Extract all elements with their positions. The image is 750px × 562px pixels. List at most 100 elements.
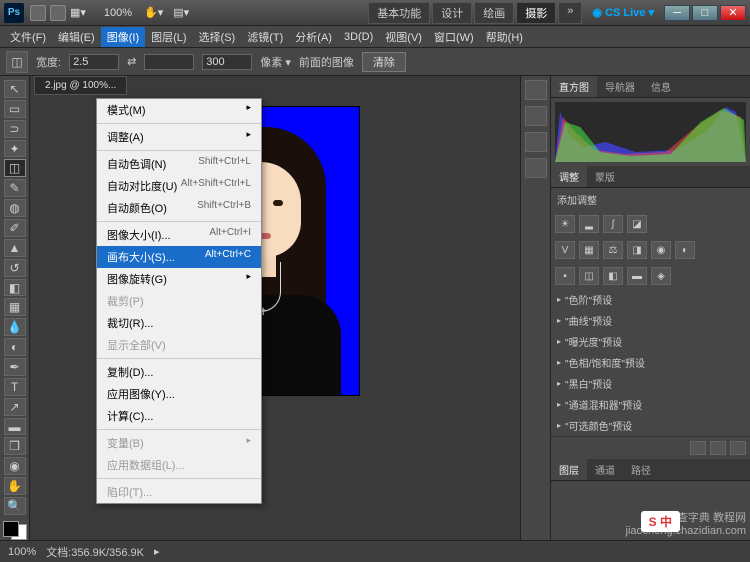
unit-select[interactable]: 像素 ▾ (260, 54, 291, 70)
tab-paint[interactable]: 绘画 (474, 2, 514, 24)
panel-icon-4[interactable] (525, 158, 547, 178)
hand-icon[interactable]: ✋▾ (144, 6, 163, 19)
expand-icon[interactable] (690, 441, 706, 455)
lasso-tool[interactable]: ⊃ (4, 120, 26, 138)
menu-window[interactable]: 窗口(W) (428, 27, 480, 47)
tab-basic[interactable]: 基本功能 (368, 2, 430, 24)
menu-analysis[interactable]: 分析(A) (289, 27, 338, 47)
threshold-icon[interactable]: ◧ (603, 267, 623, 285)
balance-icon[interactable]: ⚖ (603, 241, 623, 259)
menu-item-R[interactable]: 裁切(R)... (97, 312, 261, 334)
tab-histogram[interactable]: 直方图 (551, 76, 597, 97)
menu-item-G[interactable]: 图像旋转(G) (97, 268, 261, 290)
crop-tool-indicator[interactable]: ◫ (6, 51, 28, 73)
menu-3d[interactable]: 3D(D) (338, 29, 379, 45)
hue-icon[interactable]: ▦ (579, 241, 599, 259)
bridge-icon[interactable] (30, 5, 46, 21)
levels-icon[interactable]: ▂ (579, 215, 599, 233)
brush-tool[interactable]: ✐ (4, 219, 26, 237)
gradient-tool[interactable]: ▦ (4, 298, 26, 316)
menu-item-O[interactable]: 自动颜色(O)Shift+Ctrl+B (97, 197, 261, 219)
crop-tool[interactable]: ◫ (4, 159, 26, 177)
front-image-button[interactable]: 前面的图像 (299, 54, 354, 70)
menu-image[interactable]: 图像(I) (101, 27, 145, 47)
screen-mode-icon[interactable]: ▦▾ (70, 6, 86, 19)
eraser-tool[interactable]: ◧ (4, 279, 26, 297)
wand-tool[interactable]: ✦ (4, 140, 26, 158)
type-tool[interactable]: T (4, 378, 26, 396)
stamp-tool[interactable]: ▲ (4, 239, 26, 257)
swap-icon[interactable]: ⇄ (127, 55, 136, 68)
menu-select[interactable]: 选择(S) (193, 27, 242, 47)
panel-icon-3[interactable] (525, 132, 547, 152)
tab-paths[interactable]: 路径 (623, 459, 659, 480)
menu-item-C[interactable]: 计算(C)... (97, 405, 261, 427)
invert-icon[interactable]: ▪ (555, 267, 575, 285)
brightness-icon[interactable]: ☀ (555, 215, 575, 233)
tab-channels[interactable]: 通道 (587, 459, 623, 480)
marquee-tool[interactable]: ▭ (4, 100, 26, 118)
menu-item-Y[interactable]: 应用图像(Y)... (97, 383, 261, 405)
path-tool[interactable]: ↗ (4, 398, 26, 416)
bw-icon[interactable]: ◨ (627, 241, 647, 259)
minimize-button[interactable]: ─ (664, 5, 690, 21)
menu-item-N[interactable]: 自动色调(N)Shift+Ctrl+L (97, 153, 261, 175)
menu-file[interactable]: 文件(F) (4, 27, 52, 47)
menu-item-U[interactable]: 自动对比度(U)Alt+Shift+Ctrl+L (97, 175, 261, 197)
arrange-icon[interactable]: ▤▾ (173, 6, 189, 19)
shape-tool[interactable]: ▬ (4, 418, 26, 436)
maximize-button[interactable]: □ (692, 5, 718, 21)
preset-levels[interactable]: "色阶"预设 (551, 289, 750, 310)
color-swatches[interactable] (3, 521, 27, 540)
gradient-map-icon[interactable]: ▬ (627, 267, 647, 285)
preset-selective[interactable]: "可选颜色"预设 (551, 415, 750, 436)
trash-icon[interactable] (730, 441, 746, 455)
tab-navigator[interactable]: 导航器 (597, 76, 643, 97)
heal-tool[interactable]: ◍ (4, 199, 26, 217)
panel-icon-1[interactable] (525, 80, 547, 100)
preset-bw[interactable]: "黑白"预设 (551, 373, 750, 394)
panel-icon-2[interactable] (525, 106, 547, 126)
tab-masks[interactable]: 蒙版 (587, 166, 623, 187)
tab-more[interactable]: » (558, 2, 582, 24)
res-input[interactable] (202, 54, 252, 70)
preset-mixer[interactable]: "通道混和器"预设 (551, 394, 750, 415)
blur-tool[interactable]: 💧 (4, 318, 26, 336)
width-input[interactable] (69, 54, 119, 70)
3d-tool[interactable]: ❒ (4, 437, 26, 455)
clear-button[interactable]: 清除 (362, 52, 406, 72)
selective-icon[interactable]: ◈ (651, 267, 671, 285)
curves-icon[interactable]: ∫ (603, 215, 623, 233)
preset-hsl[interactable]: "色相/饱和度"预设 (551, 352, 750, 373)
zoom-tool[interactable]: 🔍 (4, 497, 26, 515)
zoom-pct[interactable]: 100% (104, 7, 132, 19)
menu-item-S[interactable]: 画布大小(S)...Alt+Ctrl+C (97, 246, 261, 268)
tab-photo[interactable]: 摄影 (516, 2, 556, 24)
menu-view[interactable]: 视图(V) (379, 27, 428, 47)
menu-edit[interactable]: 编辑(E) (52, 27, 101, 47)
tab-design[interactable]: 设计 (432, 2, 472, 24)
move-tool[interactable]: ↖ (4, 80, 26, 98)
menu-filter[interactable]: 滤镜(T) (241, 27, 289, 47)
menu-help[interactable]: 帮助(H) (480, 27, 529, 47)
photo-filter-icon[interactable]: ◉ (651, 241, 671, 259)
mixer-icon[interactable]: ◐ (675, 241, 695, 259)
vibrance-icon[interactable]: V (555, 241, 575, 259)
preset-curves[interactable]: "曲线"预设 (551, 310, 750, 331)
eyedropper-tool[interactable]: ✎ (4, 179, 26, 197)
clip-icon[interactable] (710, 441, 726, 455)
history-brush-tool[interactable]: ↺ (4, 259, 26, 277)
exposure-icon[interactable]: ◪ (627, 215, 647, 233)
tab-info[interactable]: 信息 (643, 76, 679, 97)
menu-layer[interactable]: 图层(L) (145, 27, 192, 47)
cslive-button[interactable]: ◉ CS Live ▾ (592, 6, 654, 19)
hand-tool[interactable]: ✋ (4, 477, 26, 495)
tab-layers[interactable]: 图层 (551, 459, 587, 480)
height-input[interactable] (144, 54, 194, 70)
status-zoom[interactable]: 100% (8, 546, 36, 558)
tab-adjustments[interactable]: 调整 (551, 166, 587, 187)
document-tab[interactable]: 2.jpg @ 100%... (34, 76, 127, 95)
close-button[interactable]: ✕ (720, 5, 746, 21)
status-arrow-icon[interactable]: ▸ (154, 545, 160, 558)
posterize-icon[interactable]: ◫ (579, 267, 599, 285)
